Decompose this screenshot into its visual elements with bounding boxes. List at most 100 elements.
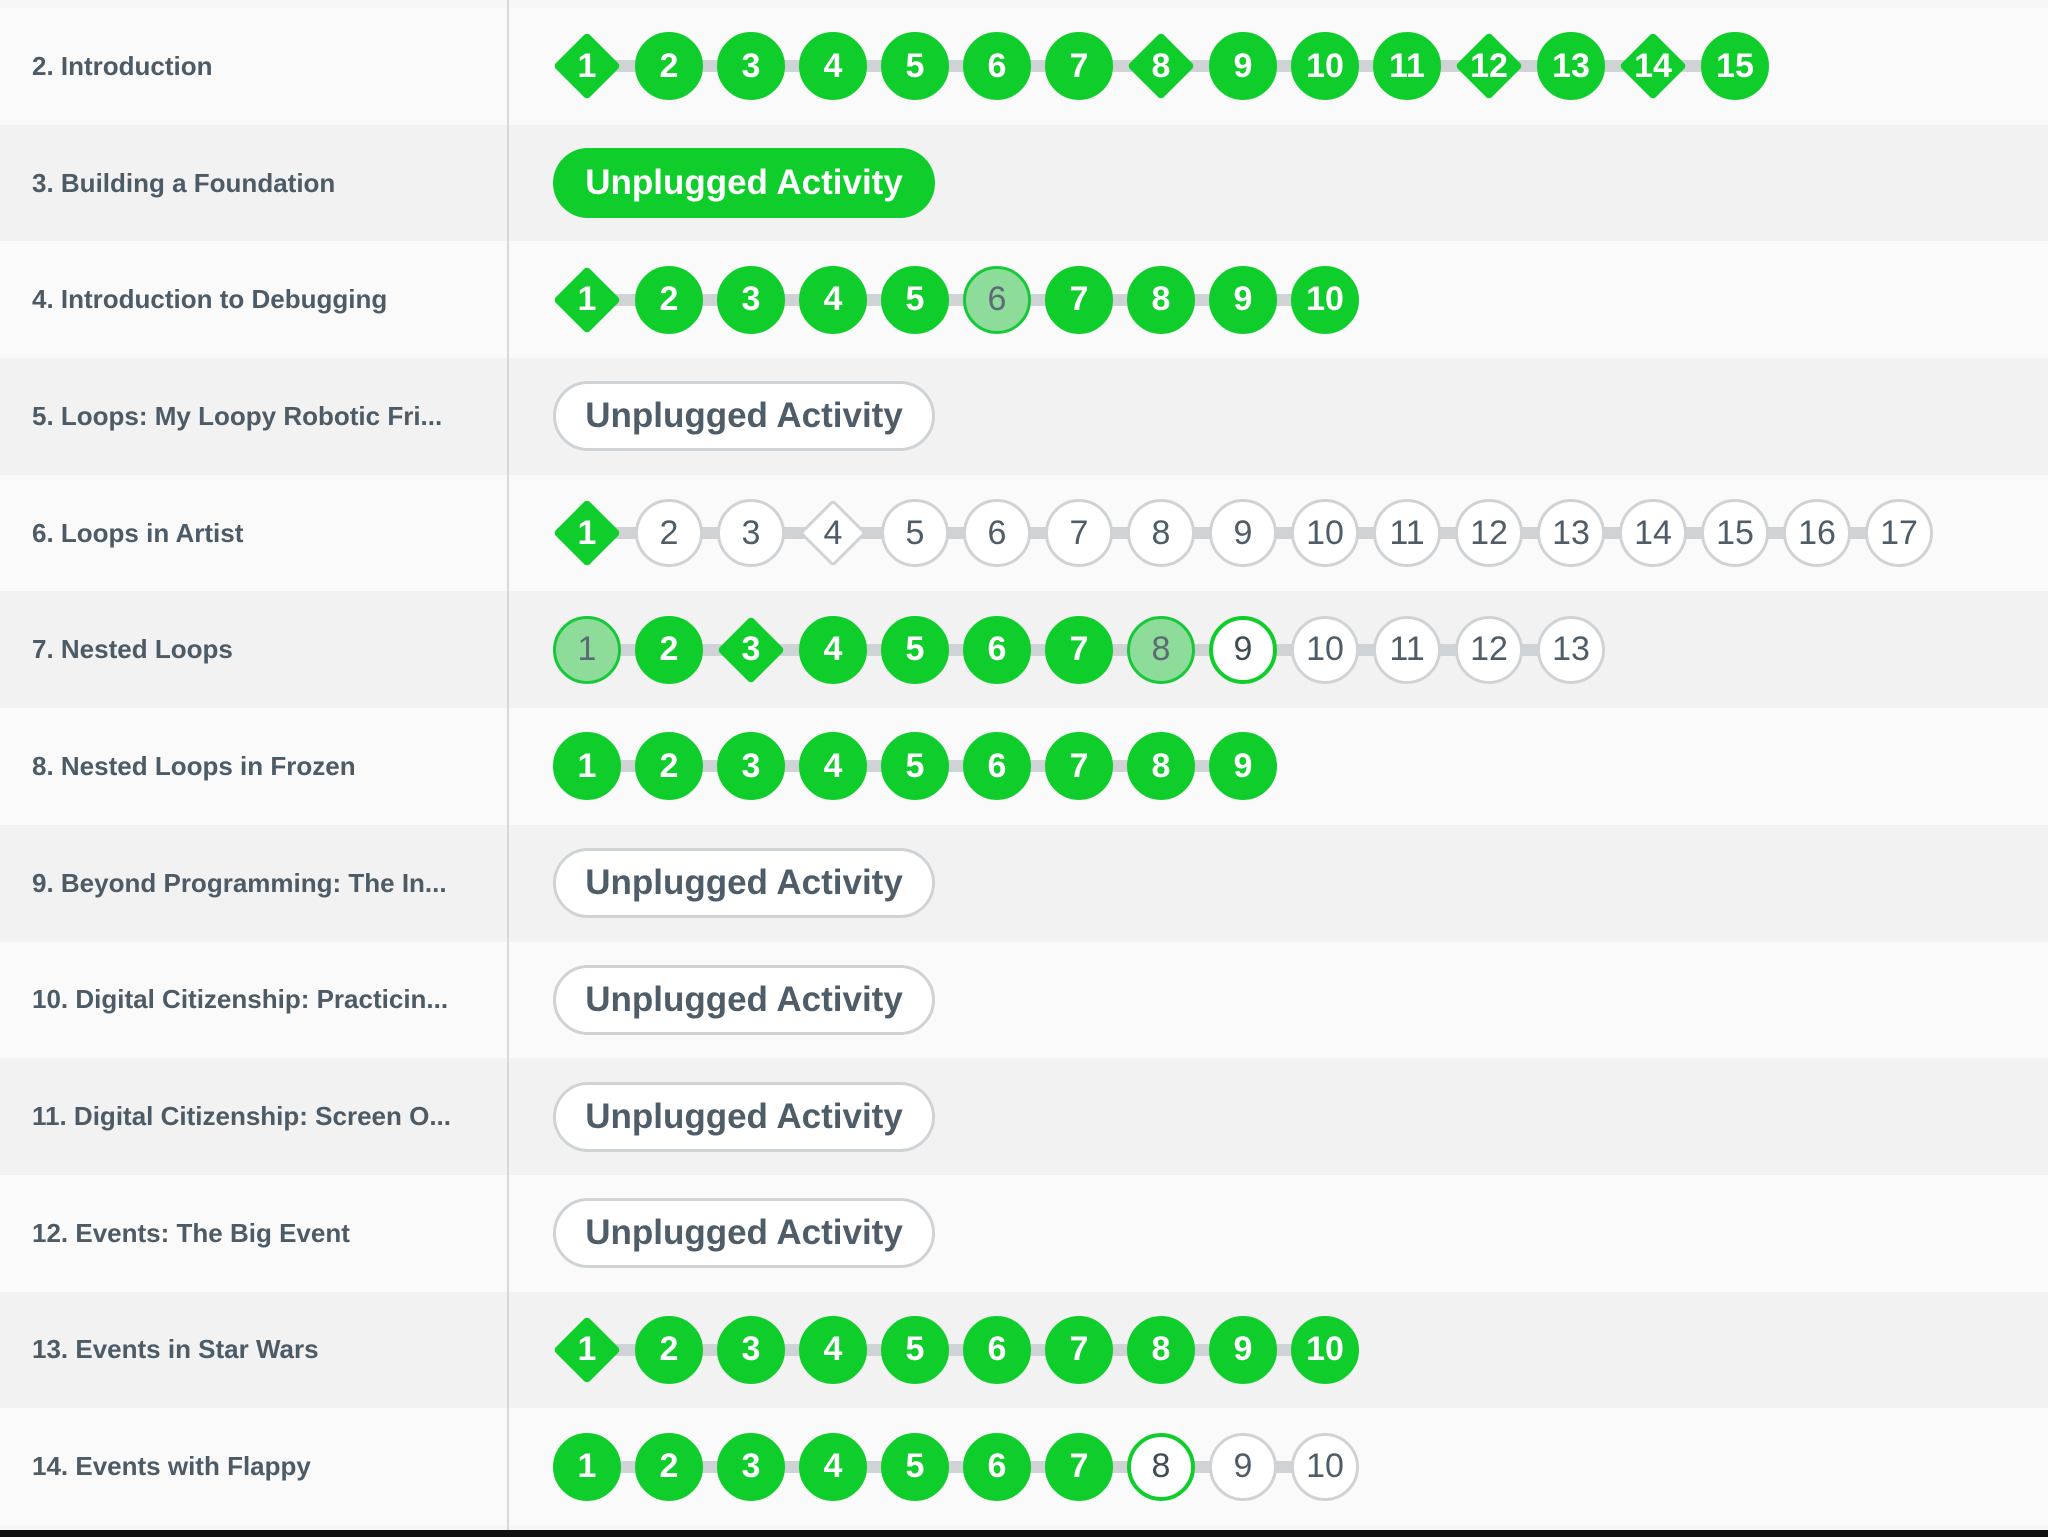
level-bubble[interactable]: 10 [1291, 499, 1359, 568]
level-bubble-diamond[interactable]: 1 [553, 1315, 621, 1384]
unplugged-activity-button[interactable]: Unplugged Activity [553, 148, 935, 219]
level-bubble[interactable]: 5 [881, 615, 949, 684]
level-bubble[interactable]: 10 [1291, 32, 1359, 101]
level-bubble[interactable]: 9 [1209, 32, 1277, 101]
level-bubble[interactable]: 8 [1127, 732, 1195, 801]
level-bubble[interactable]: 2 [635, 499, 703, 568]
level-bubble[interactable]: 6 [963, 1315, 1031, 1384]
level-bubble[interactable]: 8 [1127, 1432, 1195, 1501]
level-bubble[interactable]: 2 [635, 1315, 703, 1384]
level-bubble[interactable]: 7 [1045, 615, 1113, 684]
level-bubble[interactable]: 7 [1045, 1315, 1113, 1384]
level-bubble[interactable]: 11 [1373, 32, 1441, 101]
lesson-name[interactable]: 2. Introduction [32, 8, 213, 125]
level-bubble[interactable]: 2 [635, 265, 703, 334]
level-bubble[interactable]: 6 [963, 499, 1031, 568]
level-bubble[interactable]: 7 [1045, 1432, 1113, 1501]
level-bubble[interactable]: 6 [963, 1432, 1031, 1501]
level-bubble[interactable]: 2 [635, 32, 703, 101]
level-bubble[interactable]: 2 [635, 1432, 703, 1501]
lesson-name[interactable]: 8. Nested Loops in Frozen [32, 708, 356, 825]
level-bubble[interactable]: 8 [1127, 615, 1195, 684]
lesson-name[interactable]: 7. Nested Loops [32, 591, 233, 708]
level-bubble[interactable]: 9 [1209, 732, 1277, 801]
level-bubble[interactable]: 3 [717, 499, 785, 568]
level-bubble[interactable]: 6 [963, 615, 1031, 684]
level-bubble[interactable]: 4 [799, 1432, 867, 1501]
level-bubble[interactable]: 9 [1209, 499, 1277, 568]
level-bubble[interactable]: 7 [1045, 499, 1113, 568]
level-bubble[interactable]: 9 [1209, 1315, 1277, 1384]
level-bubble[interactable]: 10 [1291, 265, 1359, 334]
level-bubble[interactable]: 4 [799, 615, 867, 684]
lesson-name[interactable]: 11. Digital Citizenship: Screen O... [32, 1058, 451, 1175]
lesson-name[interactable]: 12. Events: The Big Event [32, 1175, 350, 1292]
level-bubble[interactable]: 10 [1291, 1432, 1359, 1501]
level-bubble[interactable]: 3 [717, 1315, 785, 1384]
level-bubble-diamond[interactable]: 1 [553, 32, 621, 101]
level-bubble-diamond[interactable]: 4 [799, 499, 867, 568]
level-bubble[interactable]: 8 [1127, 499, 1195, 568]
level-bubble[interactable]: 1 [553, 615, 621, 684]
lesson-name[interactable]: 13. Events in Star Wars [32, 1292, 319, 1409]
level-bubble[interactable]: 3 [717, 265, 785, 334]
unplugged-activity-button[interactable]: Unplugged Activity [553, 381, 935, 452]
level-bubble[interactable]: 10 [1291, 615, 1359, 684]
level-bubble[interactable]: 7 [1045, 732, 1113, 801]
level-bubble-diamond[interactable]: 12 [1455, 32, 1523, 101]
level-bubble[interactable]: 8 [1127, 1315, 1195, 1384]
lesson-name[interactable]: 5. Loops: My Loopy Robotic Fri... [32, 358, 442, 475]
level-bubble[interactable]: 1 [553, 1432, 621, 1501]
level-bubble-diamond[interactable]: 3 [717, 615, 785, 684]
level-bubble[interactable]: 3 [717, 1432, 785, 1501]
level-bubble[interactable]: 7 [1045, 32, 1113, 101]
level-bubble[interactable]: 4 [799, 265, 867, 334]
level-bubble[interactable]: 5 [881, 1315, 949, 1384]
lesson-name[interactable]: 3. Building a Foundation [32, 125, 335, 242]
level-bubble[interactable]: 11 [1373, 499, 1441, 568]
level-bubble[interactable]: 7 [1045, 265, 1113, 334]
level-bubble[interactable]: 15 [1701, 32, 1769, 101]
level-bubble[interactable]: 9 [1209, 265, 1277, 334]
level-bubble[interactable]: 9 [1209, 1432, 1277, 1501]
lesson-name[interactable]: 4. Introduction to Debugging [32, 241, 387, 358]
level-bubble[interactable]: 5 [881, 732, 949, 801]
level-bubble[interactable]: 5 [881, 499, 949, 568]
level-bubble[interactable]: 4 [799, 1315, 867, 1384]
level-bubble[interactable]: 14 [1619, 499, 1687, 568]
level-bubble[interactable]: 3 [717, 32, 785, 101]
unplugged-activity-button[interactable]: Unplugged Activity [553, 1081, 935, 1152]
level-bubble[interactable]: 6 [963, 732, 1031, 801]
level-bubble-diamond[interactable]: 1 [553, 499, 621, 568]
level-bubble[interactable]: 13 [1537, 499, 1605, 568]
level-bubble[interactable]: 9 [1209, 615, 1277, 684]
unplugged-activity-button[interactable]: Unplugged Activity [553, 1198, 935, 1269]
level-bubble-diamond[interactable]: 14 [1619, 32, 1687, 101]
level-bubble[interactable]: 5 [881, 32, 949, 101]
level-bubble[interactable]: 16 [1783, 499, 1851, 568]
lesson-name[interactable]: 9. Beyond Programming: The In... [32, 825, 447, 942]
level-bubble[interactable]: 1 [553, 732, 621, 801]
level-bubble[interactable]: 2 [635, 732, 703, 801]
level-bubble[interactable]: 3 [717, 732, 785, 801]
level-bubble[interactable]: 11 [1373, 615, 1441, 684]
lesson-name[interactable]: 14. Events with Flappy [32, 1408, 311, 1525]
level-bubble[interactable]: 15 [1701, 499, 1769, 568]
level-bubble-diamond[interactable]: 1 [553, 265, 621, 334]
lesson-name[interactable]: 10. Digital Citizenship: Practicin... [32, 942, 448, 1059]
level-bubble[interactable]: 6 [963, 265, 1031, 334]
level-bubble[interactable]: 12 [1455, 499, 1523, 568]
level-bubble[interactable]: 6 [963, 32, 1031, 101]
level-bubble[interactable]: 17 [1865, 499, 1933, 568]
level-bubble[interactable]: 8 [1127, 265, 1195, 334]
level-bubble[interactable]: 13 [1537, 32, 1605, 101]
lesson-name[interactable]: 6. Loops in Artist [32, 475, 243, 592]
level-bubble[interactable]: 5 [881, 1432, 949, 1501]
level-bubble[interactable]: 4 [799, 32, 867, 101]
level-bubble[interactable]: 13 [1537, 615, 1605, 684]
level-bubble-diamond[interactable]: 8 [1127, 32, 1195, 101]
unplugged-activity-button[interactable]: Unplugged Activity [553, 848, 935, 919]
level-bubble[interactable]: 12 [1455, 615, 1523, 684]
unplugged-activity-button[interactable]: Unplugged Activity [553, 964, 935, 1035]
level-bubble[interactable]: 10 [1291, 1315, 1359, 1384]
